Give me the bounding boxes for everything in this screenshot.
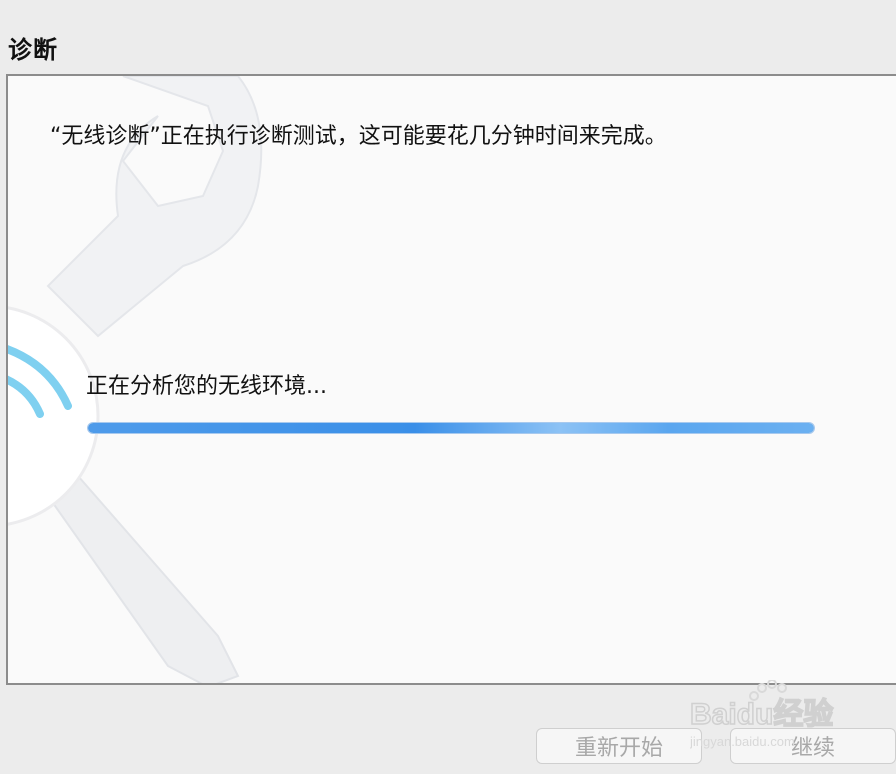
continue-button[interactable]: 继续 [730, 728, 896, 764]
status-message: 正在分析您的无线环境... [86, 374, 327, 399]
restart-button[interactable]: 重新开始 [536, 728, 702, 764]
diagnostics-panel: “无线诊断”正在执行诊断测试，这可能要花几分钟时间来完成。 正在分析您的无线环境… [6, 74, 896, 685]
diagnostics-window: 诊断 “无线诊断”正在执行诊断测试，这可能要花几分钟时间来完成。 正在分析您的无… [0, 0, 896, 774]
progress-bar [87, 422, 815, 434]
intro-message: “无线诊断”正在执行诊断测试，这可能要花几分钟时间来完成。 [50, 124, 667, 149]
progress-bar-fill [88, 423, 814, 433]
watermark-brand: Baidu经验 [690, 697, 833, 731]
section-title: 诊断 [8, 36, 58, 64]
